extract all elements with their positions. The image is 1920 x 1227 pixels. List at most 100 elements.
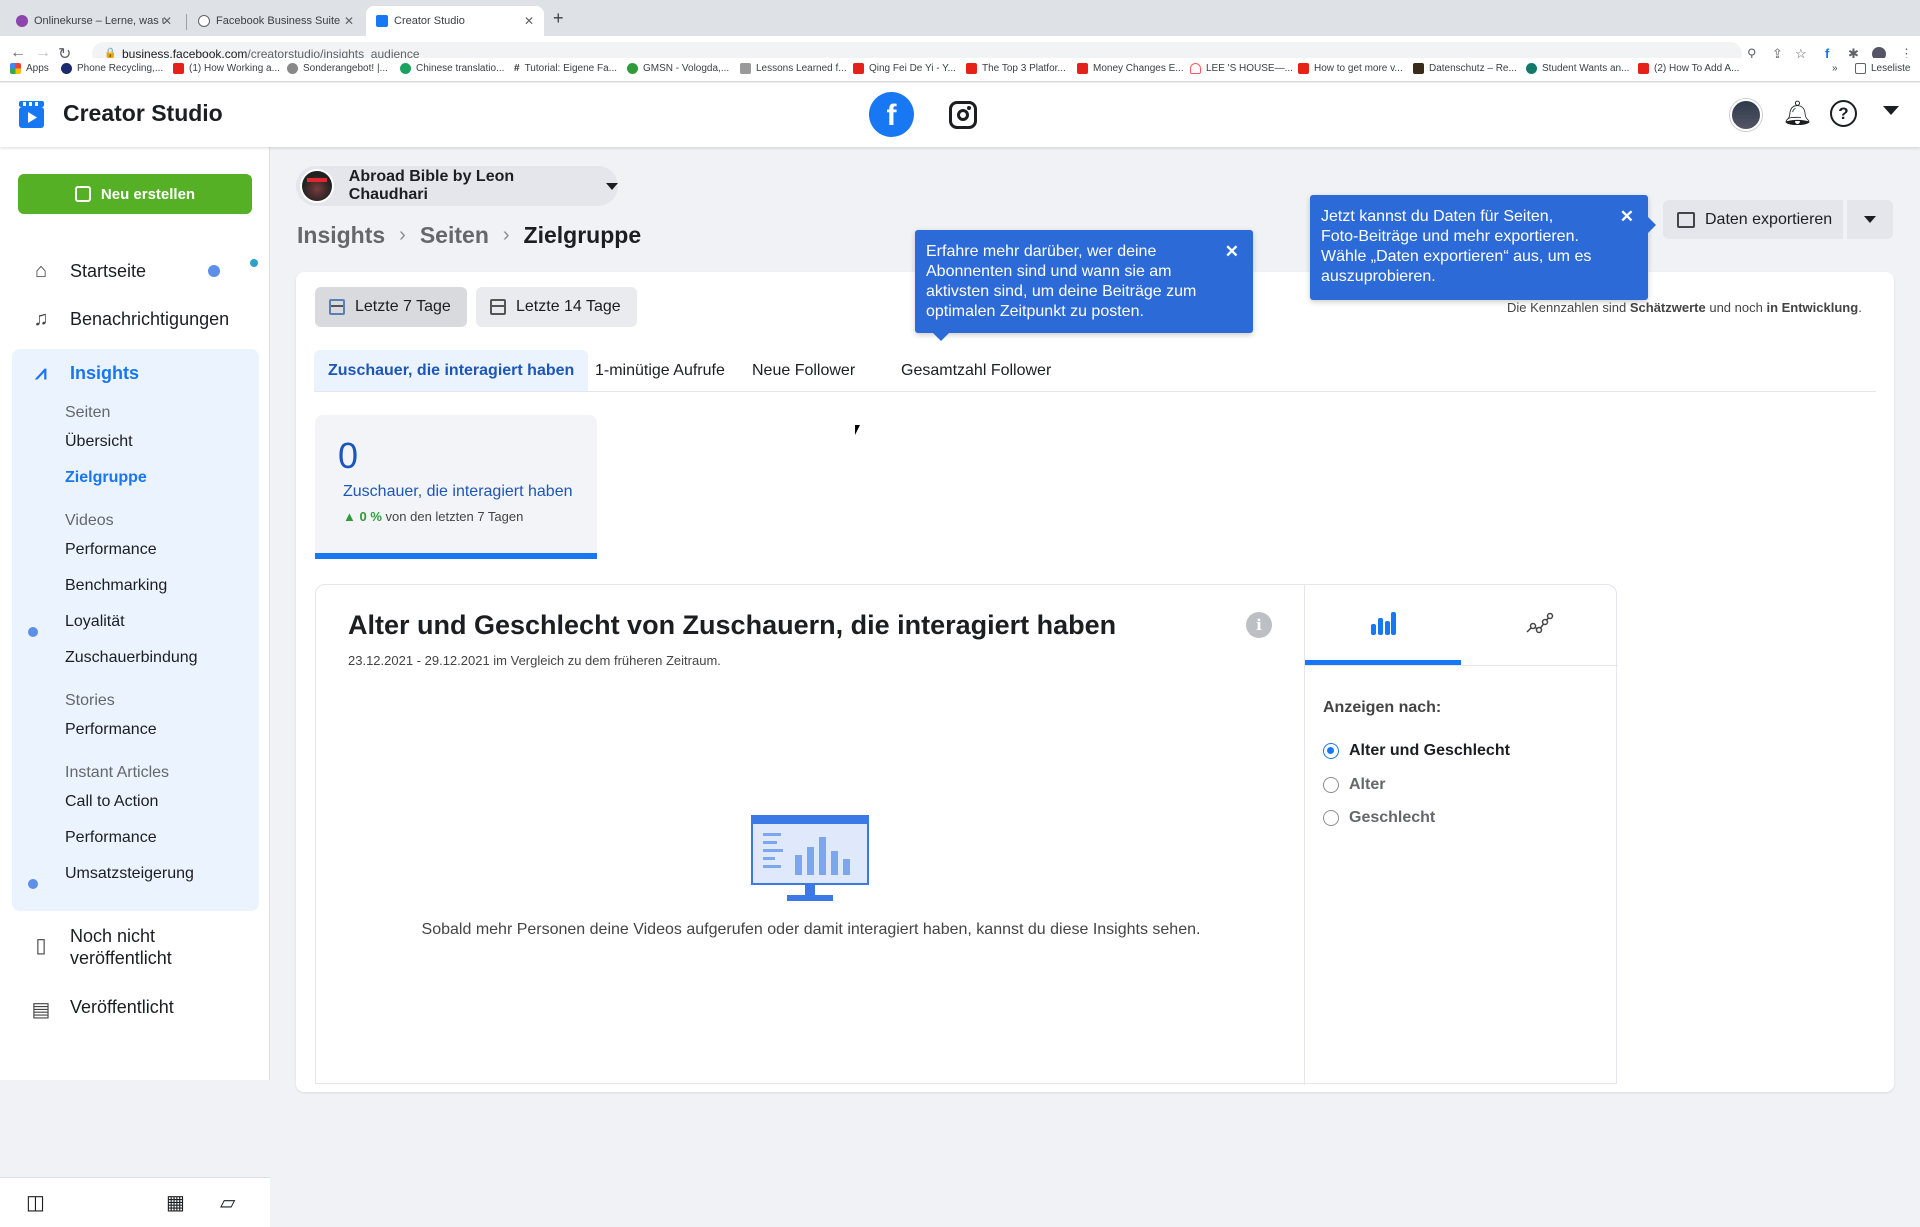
bookmark-item[interactable]: Apps [10,63,49,74]
close-tab-icon[interactable]: ✕ [162,14,172,28]
age-gender-card: Alter und Geschlecht von Zuschauern, die… [315,584,1618,1085]
new-tab-button[interactable]: + [553,8,564,29]
chevron-right-icon: › [399,224,406,246]
tooltip-text: Erfahre mehr darüber, wer deine Abonnent… [926,243,1197,320]
sidebar-item-label: Benachrichtigungen [70,308,230,329]
sidebar-item-insights[interactable]: ⩘ Insights [12,349,259,397]
tab-total-followers[interactable]: Gesamtzahl Follower [887,350,1065,391]
sidebar-subitem-uebersicht[interactable]: Übersicht [65,433,133,451]
sidebar-subitem-loyalitaet[interactable]: Loyalität [65,613,125,631]
sidebar-subitem-zielgruppe[interactable]: Zielgruppe [65,469,147,487]
info-icon[interactable]: i [1246,612,1272,638]
bar-chart-view-tab[interactable] [1305,585,1461,665]
creator-studio-logo-icon[interactable] [19,101,44,128]
bookmark-item[interactable]: Datenschutz – Re... [1413,63,1517,74]
bookmark-label: How to get more v... [1314,63,1403,74]
bookmark-item[interactable]: (1) How Working a... [173,63,280,74]
app-header: Creator Studio f 🔔︎ ? [0,83,1920,147]
close-tab-icon[interactable]: ✕ [344,14,354,28]
bookmarks-bar: Apps Phone Recycling,... (1) How Working… [0,58,1920,82]
range-last-14-days-button[interactable]: Letzte 14 Tage [476,287,637,327]
account-menu-caret-icon[interactable] [1883,106,1899,115]
card-date-range: 23.12.2021 - 29.12.2021 im Vergleich zu … [348,653,721,668]
sidebar-footer: ◫ ▦ ▱ [0,1177,270,1227]
help-icon[interactable]: ? [1830,100,1857,127]
bookmark-item[interactable]: Qing Fei De Yi - Y... [853,63,956,74]
browser-tab-active[interactable]: Creator Studio ✕ [366,6,544,36]
reading-list[interactable]: Leseliste [1855,63,1910,74]
sidebar: Neu erstellen ⌂ Startseite ♫ Benachricht… [0,147,270,1227]
sidebar-subitem-call-to-action[interactable]: Call to Action [65,793,158,811]
bookmark-item[interactable]: Phone Recycling,... [61,63,163,74]
calendar-icon[interactable]: ▦ [166,1190,185,1215]
facebook-platform-icon[interactable]: f [869,92,914,137]
export-options-button[interactable] [1847,200,1893,239]
sidebar-subitem-umsatzsteigerung[interactable]: Umsatzsteigerung [65,865,194,883]
content-library-icon[interactable]: ▱ [220,1190,235,1215]
sidebar-item-unpublished[interactable]: ▯ Noch nicht veröffentlicht [12,925,259,985]
bookmark-favicon-icon [1413,63,1424,74]
radio-age-and-gender[interactable]: Alter und Geschlecht [1323,742,1510,760]
sidebar-subitem-zuschauerbindung[interactable]: Zuschauerbindung [65,649,198,667]
radio-gender[interactable]: Geschlecht [1323,809,1435,827]
bookmark-item[interactable]: The Top 3 Platfor... [966,63,1066,74]
edit-icon [74,186,91,202]
browser-tab[interactable]: Onlinekurse – Lerne, was und v ✕ [6,6,182,36]
page-selector[interactable]: Abroad Bible by Leon Chaudhari [296,166,618,206]
bookmark-item[interactable]: Lessons Learned f... [740,63,847,74]
stat-card[interactable]: 0 Zuschauer, die interagiert haben ▲ 0 %… [315,415,597,559]
close-icon[interactable]: ✕ [1620,207,1634,227]
bookmark-favicon-icon [740,63,751,74]
bookmark-label: Student Wants an... [1542,63,1630,74]
bookmark-item[interactable]: Sonderangebot! |... [287,63,388,74]
sidebar-subitem-video-performance[interactable]: Performance [65,541,157,559]
bookmark-item[interactable]: GMSN - Vologda,... [627,63,729,74]
bookmark-label: Apps [26,63,49,74]
breadcrumb-seiten[interactable]: Seiten [420,222,489,249]
bookmark-label: Sonderangebot! |... [303,63,388,74]
create-new-button[interactable]: Neu erstellen [18,174,252,214]
browser-tab-bar: Onlinekurse – Lerne, was und v ✕ Faceboo… [0,0,1920,36]
bookmark-item[interactable]: Money Changes E... [1077,63,1184,74]
tab-title: Facebook Business Suite [216,15,341,27]
more-bookmarks-icon[interactable]: » [1832,63,1838,74]
bookmark-item[interactable]: Chinese translatio... [400,63,504,74]
bookmark-favicon-icon [400,63,411,74]
export-data-button[interactable]: Daten exportieren [1663,200,1843,239]
tab-one-minute-views[interactable]: 1-minütige Aufrufe [581,350,739,391]
line-chart-view-tab[interactable] [1461,585,1617,665]
bookmark-item[interactable]: (2) How To Add A... [1638,63,1739,74]
bookmark-favicon-icon [627,63,638,74]
home-icon: ⌂ [34,259,48,282]
collapse-sidebar-icon[interactable]: ◫ [26,1190,45,1215]
youtube-icon [173,63,184,74]
range-last-7-days-button[interactable]: Letzte 7 Tage [315,287,467,327]
tab-new-followers[interactable]: Neue Follower [738,350,869,391]
audience-info-tooltip: Erfahre mehr darüber, wer deine Abonnent… [915,230,1253,341]
sidebar-item-startseite[interactable]: ⌂ Startseite [12,247,259,295]
draft-icon: ▯ [35,935,47,957]
tab-engaged-viewers[interactable]: Zuschauer, die interagiert haben [314,350,589,391]
radio-age[interactable]: Alter [1323,776,1385,794]
instagram-platform-icon[interactable] [949,101,977,129]
bookmark-item[interactable]: LEE 'S HOUSE—... [1190,63,1293,74]
radio-unchecked-icon [1323,777,1339,793]
tooltip-text: Jetzt kannst du Daten für Seiten, Foto-B… [1321,208,1592,285]
close-tab-icon[interactable]: ✕ [524,14,534,28]
bookmark-item[interactable]: # Tutorial: Eigene Fa... [514,63,617,74]
user-avatar[interactable] [1730,99,1762,131]
notifications-bell-icon[interactable]: 🔔︎ [1782,99,1812,128]
bookmark-item[interactable]: How to get more v... [1298,63,1403,74]
breadcrumb-insights[interactable]: Insights [297,222,385,249]
section-heading: Instant Articles [65,764,170,781]
browser-tab[interactable]: Facebook Business Suite ✕ [188,6,364,36]
sidebar-subitem-articles-performance[interactable]: Performance [65,829,157,847]
sidebar-subitem-benchmarking[interactable]: Benchmarking [65,577,167,595]
tab-favicon-icon [376,15,388,27]
close-icon[interactable]: ✕ [1225,242,1239,262]
sidebar-item-published[interactable]: ▤ Veröffentlicht [12,997,259,1027]
sidebar-subitem-stories-performance[interactable]: Performance [65,721,157,739]
sidebar-item-benachrichtigungen[interactable]: ♫ Benachrichtigungen [12,295,259,343]
section-heading: Stories [65,692,115,709]
bookmark-item[interactable]: Student Wants an... [1526,63,1629,74]
